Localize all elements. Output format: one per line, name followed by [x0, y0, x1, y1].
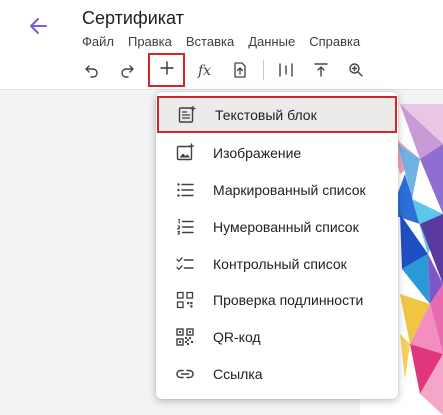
menu-item-bulleted-list[interactable]: Маркированный список: [156, 171, 398, 208]
menu-item-checklist[interactable]: Контрольный список: [156, 245, 398, 282]
qr-code-icon: [174, 326, 196, 348]
insert-button[interactable]: [148, 53, 185, 87]
menu-item-image[interactable]: Изображение: [156, 134, 398, 171]
redo-icon[interactable]: [113, 56, 141, 84]
insert-dropdown-menu: Текстовый блок Изображение Маркированный…: [156, 92, 398, 399]
upload-icon[interactable]: [226, 56, 254, 84]
menu-item-label: Контрольный список: [213, 255, 347, 272]
menu-item-label: QR-код: [213, 328, 261, 345]
menu-item-numbered-list[interactable]: Нумерованный список: [156, 208, 398, 245]
verification-icon: [174, 289, 196, 311]
menu-data[interactable]: Данные: [248, 34, 295, 52]
text-block-icon: [176, 104, 198, 126]
menu-item-label: Нумерованный список: [213, 218, 359, 235]
bullet-list-icon: [174, 179, 196, 201]
image-icon: [174, 142, 196, 164]
menu-item-link[interactable]: Ссылка: [156, 355, 398, 392]
document-title[interactable]: Сертификат: [82, 8, 184, 29]
menu-item-label: Маркированный список: [213, 181, 366, 198]
align-icon[interactable]: [272, 56, 300, 84]
menu-help[interactable]: Справка: [309, 34, 360, 52]
checklist-icon: [174, 253, 196, 275]
menu-insert[interactable]: Вставка: [186, 34, 234, 52]
menu-item-label: Ссылка: [213, 365, 263, 382]
menu-item-verification[interactable]: Проверка подлинности: [156, 281, 398, 318]
zoom-icon[interactable]: [342, 56, 370, 84]
numbered-list-icon: [174, 216, 196, 238]
menu-item-qr-code[interactable]: QR-код: [156, 318, 398, 355]
toolbar-separator: [263, 60, 264, 80]
align-top-icon[interactable]: [307, 56, 335, 84]
svg-text:fx: fx: [197, 63, 211, 79]
undo-icon[interactable]: [78, 56, 106, 84]
menu-item-label: Проверка подлинности: [213, 291, 364, 308]
menu-item-text-block[interactable]: Текстовый блок: [157, 96, 397, 133]
link-icon: [174, 363, 196, 385]
plus-icon: [159, 60, 175, 81]
menu-item-label: Текстовый блок: [215, 106, 317, 123]
menu-file[interactable]: Файл: [82, 34, 114, 52]
menu-item-label: Изображение: [213, 144, 302, 161]
menu-edit[interactable]: Правка: [128, 34, 172, 52]
back-arrow-icon[interactable]: [26, 14, 50, 38]
menu-bar: Файл Правка Вставка Данные Справка: [82, 34, 360, 52]
function-icon[interactable]: fx: [191, 56, 219, 84]
toolbar: fx: [78, 53, 377, 87]
